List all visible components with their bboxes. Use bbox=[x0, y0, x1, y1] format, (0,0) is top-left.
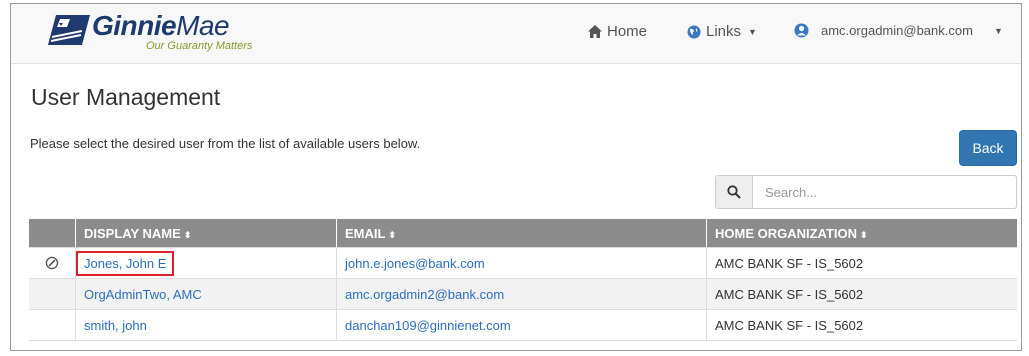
instructions-text: Please select the desired user from the … bbox=[30, 136, 421, 151]
table-row[interactable]: ⊘ Jones, John E john.e.jones@bank.com AM… bbox=[29, 247, 1017, 279]
top-navbar: GinnieMae Our Guaranty Matters Home Link… bbox=[11, 4, 1021, 64]
home-org-column-header[interactable]: HOME ORGANIZATION ⬍ bbox=[706, 219, 1017, 248]
email-cell: danchan109@ginnienet.com bbox=[336, 309, 707, 341]
status-cell: ⊘ bbox=[29, 247, 76, 279]
email-column-header[interactable]: EMAIL ⬍ bbox=[336, 219, 707, 248]
user-name-link[interactable]: Jones, John E bbox=[84, 256, 166, 271]
sort-icon: ⬍ bbox=[388, 229, 396, 240]
user-email-link[interactable]: danchan109@ginnienet.com bbox=[345, 318, 511, 333]
column-label: DISPLAY NAME bbox=[84, 225, 181, 241]
display-name-cell: smith, john bbox=[75, 309, 337, 341]
table-header-row: DISPLAY NAME ⬍ EMAIL ⬍ HOME ORGANIZATION ⬍ bbox=[29, 219, 1017, 248]
blocked-icon: ⊘ bbox=[44, 252, 60, 274]
home-icon bbox=[588, 25, 602, 38]
sort-icon: ⬍ bbox=[183, 229, 192, 240]
column-label: EMAIL bbox=[345, 225, 386, 241]
back-button[interactable]: Back bbox=[959, 130, 1017, 166]
nav-links-dropdown[interactable]: Links ▼ bbox=[687, 23, 757, 40]
home-org-cell: AMC BANK SF - IS_5602 bbox=[706, 309, 1017, 341]
chevron-down-icon: ▼ bbox=[993, 25, 1003, 36]
status-column-header bbox=[29, 219, 76, 248]
nav-links-label: Links bbox=[706, 23, 742, 40]
app-frame: GinnieMae Our Guaranty Matters Home Link… bbox=[10, 3, 1022, 351]
column-label: HOME ORGANIZATION bbox=[715, 225, 858, 241]
user-name-link[interactable]: smith, john bbox=[84, 318, 147, 333]
user-name-link[interactable]: OrgAdminTwo, AMC bbox=[84, 287, 202, 302]
logo-tagline: Our Guaranty Matters bbox=[146, 40, 253, 52]
nav-home-label: Home bbox=[607, 23, 648, 40]
home-org-cell: AMC BANK SF - IS_5602 bbox=[706, 278, 1017, 310]
highlight-box: Jones, John E bbox=[76, 250, 175, 276]
search-box bbox=[715, 175, 1017, 209]
user-email-link[interactable]: john.e.jones@bank.com bbox=[345, 256, 485, 271]
table-row[interactable]: OrgAdminTwo, AMC amc.orgadmin2@bank.com … bbox=[29, 278, 1017, 310]
logo-wordmark: GinnieMae bbox=[92, 10, 230, 41]
search-icon bbox=[727, 185, 741, 199]
search-input[interactable] bbox=[753, 176, 1016, 208]
nav-user-menu[interactable]: amc.orgadmin@bank.com ▼ bbox=[794, 23, 1003, 38]
logo-flag-icon bbox=[48, 15, 90, 45]
display-name-column-header[interactable]: DISPLAY NAME ⬍ bbox=[75, 219, 337, 248]
status-cell bbox=[29, 278, 76, 310]
status-cell bbox=[29, 309, 76, 341]
page-title: User Management bbox=[31, 84, 221, 110]
email-cell: john.e.jones@bank.com bbox=[336, 247, 707, 279]
display-name-cell: Jones, John E bbox=[75, 247, 337, 279]
search-addon bbox=[716, 176, 753, 208]
globe-icon bbox=[687, 25, 701, 38]
sort-icon: ⬍ bbox=[860, 229, 868, 240]
user-email-link[interactable]: amc.orgadmin2@bank.com bbox=[345, 287, 504, 302]
nav-user-email: amc.orgadmin@bank.com bbox=[821, 23, 973, 38]
ginnie-mae-logo[interactable]: GinnieMae Our Guaranty Matters bbox=[46, 9, 276, 55]
home-org-cell: AMC BANK SF - IS_5602 bbox=[706, 247, 1017, 279]
email-cell: amc.orgadmin2@bank.com bbox=[336, 278, 707, 310]
display-name-cell: OrgAdminTwo, AMC bbox=[75, 278, 337, 310]
nav-home-link[interactable]: Home bbox=[588, 23, 647, 40]
chevron-down-icon: ▼ bbox=[748, 26, 757, 37]
table-row[interactable]: smith, john danchan109@ginnienet.com AMC… bbox=[29, 309, 1017, 341]
user-circle-icon bbox=[794, 23, 809, 38]
users-table: DISPLAY NAME ⬍ EMAIL ⬍ HOME ORGANIZATION ⬍ … bbox=[29, 219, 1017, 341]
